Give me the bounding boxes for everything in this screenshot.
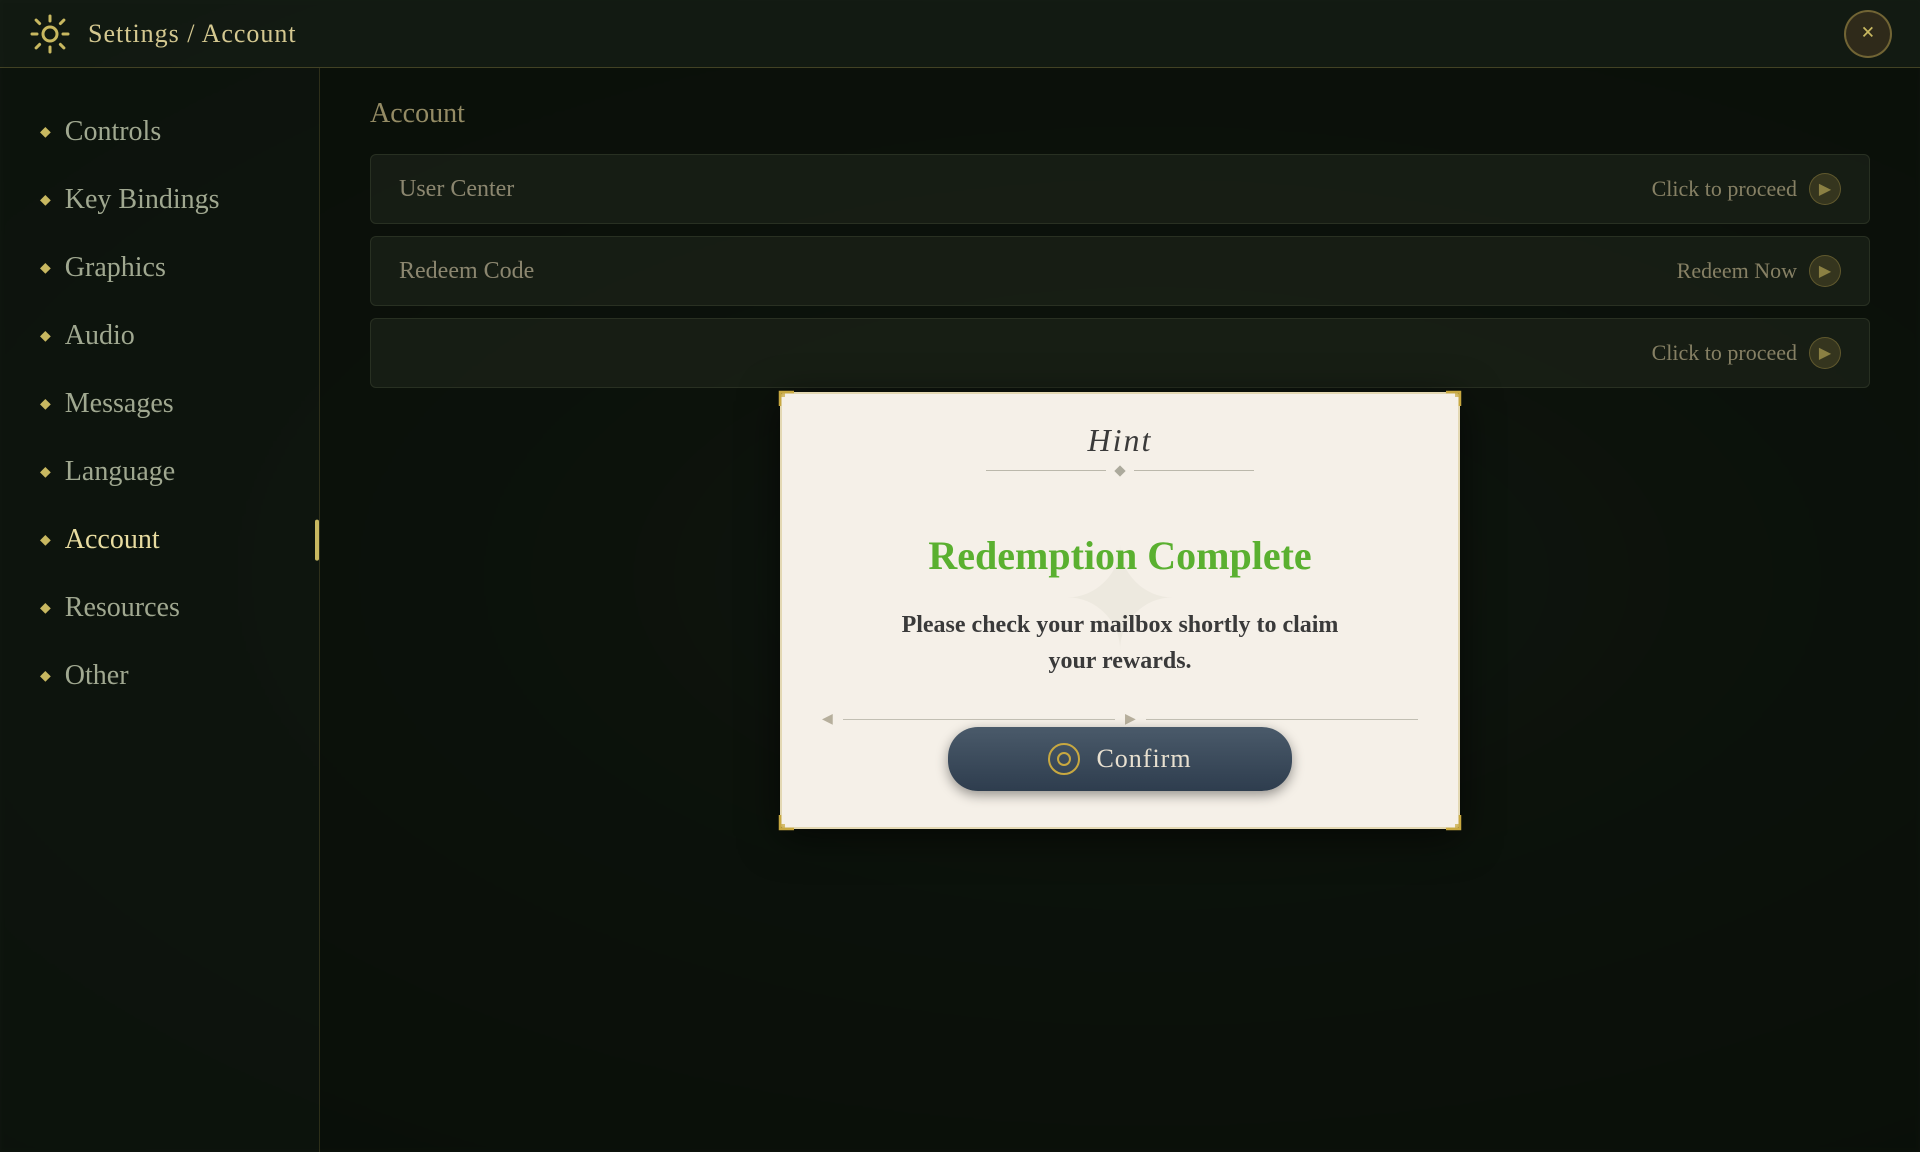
header-left: Settings / Account [28, 12, 297, 56]
footer-line-right [1146, 719, 1418, 720]
footer-arrow-right: ▶ [1125, 711, 1136, 728]
confirm-button-icon-inner [1057, 752, 1071, 766]
sidebar-item-other[interactable]: ◆ Other [0, 642, 319, 710]
bullet-icon: ◆ [40, 532, 51, 549]
sidebar-label-key-bindings: Key Bindings [65, 184, 220, 216]
sidebar-item-account[interactable]: ◆ Account [0, 506, 319, 574]
redemption-message-text: Please check your mailbox shortly to cla… [880, 607, 1360, 679]
header-title: Settings / Account [88, 19, 297, 49]
decoration-diamond [1114, 465, 1125, 476]
confirm-button-label: Confirm [1096, 744, 1191, 774]
sidebar-item-resources[interactable]: ◆ Resources [0, 574, 319, 642]
sidebar-item-messages[interactable]: ◆ Messages [0, 370, 319, 438]
title-decoration [822, 467, 1418, 475]
bullet-icon: ◆ [40, 600, 51, 617]
footer-line-left [843, 719, 1115, 720]
sidebar-label-graphics: Graphics [65, 252, 166, 284]
bullet-icon: ◆ [40, 124, 51, 141]
sidebar-label-resources: Resources [65, 592, 180, 624]
sidebar-item-audio[interactable]: ◆ Audio [0, 302, 319, 370]
close-button[interactable]: × [1844, 10, 1892, 58]
decoration-line-left [986, 470, 1106, 471]
hint-dialog: Hint ✦ Redemption Complete Please check … [780, 392, 1460, 829]
dialog-header: Hint [782, 394, 1458, 491]
decoration-line-right [1134, 470, 1254, 471]
bullet-icon: ◆ [40, 396, 51, 413]
bullet-icon: ◆ [40, 192, 51, 209]
confirm-button-icon [1048, 743, 1080, 775]
bullet-icon: ◆ [40, 464, 51, 481]
bullet-icon: ◆ [40, 328, 51, 345]
dialog-body: ✦ Redemption Complete Please check your … [782, 491, 1458, 711]
dialog-footer: ◀ ▶ Confirm [782, 711, 1458, 827]
sidebar-label-language: Language [65, 456, 175, 488]
modal-overlay: Hint ✦ Redemption Complete Please check … [320, 68, 1920, 1152]
sidebar: ◆ Controls ◆ Key Bindings ◆ Graphics ◆ A… [0, 68, 320, 1152]
sidebar-item-key-bindings[interactable]: ◆ Key Bindings [0, 166, 319, 234]
footer-decoration: ◀ ▶ [822, 711, 1418, 728]
dialog-title: Hint [822, 422, 1418, 459]
sidebar-label-audio: Audio [65, 320, 135, 352]
right-panel: Account User Center Click to proceed ▶ R… [320, 68, 1920, 1152]
sidebar-label-messages: Messages [65, 388, 174, 420]
confirm-button[interactable]: Confirm [948, 727, 1291, 791]
main-content: ◆ Controls ◆ Key Bindings ◆ Graphics ◆ A… [0, 68, 1920, 1152]
redemption-complete-text: Redemption Complete [928, 532, 1311, 579]
sidebar-item-language[interactable]: ◆ Language [0, 438, 319, 506]
footer-arrow-left: ◀ [822, 711, 833, 728]
sidebar-label-controls: Controls [65, 116, 161, 148]
sidebar-label-account: Account [65, 524, 160, 556]
sidebar-item-controls[interactable]: ◆ Controls [0, 98, 319, 166]
bullet-icon: ◆ [40, 668, 51, 685]
settings-header: Settings / Account × [0, 0, 1920, 68]
sidebar-label-other: Other [65, 660, 129, 692]
sidebar-item-graphics[interactable]: ◆ Graphics [0, 234, 319, 302]
bullet-icon: ◆ [40, 260, 51, 277]
gear-icon [28, 12, 72, 56]
